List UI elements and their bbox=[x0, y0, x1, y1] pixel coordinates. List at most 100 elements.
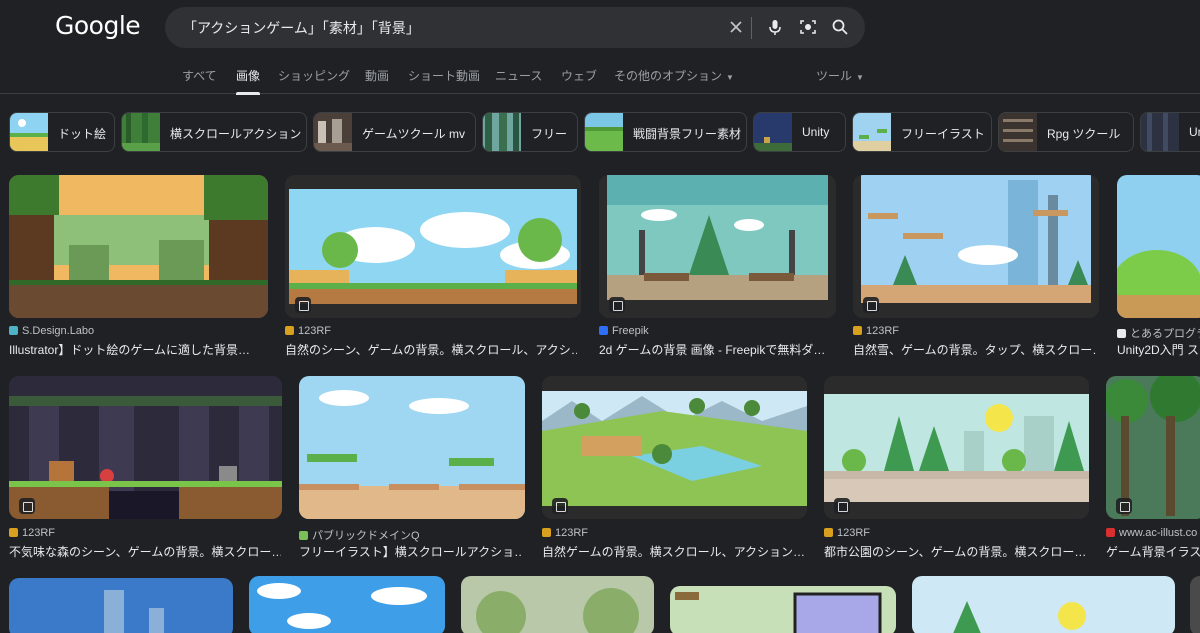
search-icon[interactable] bbox=[830, 17, 850, 37]
tab-images[interactable]: 画像 bbox=[236, 67, 261, 95]
chip-thumbnail bbox=[853, 113, 891, 151]
image-result[interactable]: 123RF 自然雪、ゲームの背景。タップ、横スクロー… bbox=[853, 175, 1100, 360]
chip-label: フリーイラスト bbox=[901, 127, 985, 141]
chip-game-tsukuru-mv[interactable]: ゲームツクール mv bbox=[313, 112, 476, 152]
image-type-icon bbox=[834, 498, 850, 514]
image-result[interactable]: www.ac-illust.co ゲーム背景イラス bbox=[1106, 376, 1200, 561]
result-title[interactable]: 自然雪、ゲームの背景。タップ、横スクロー… bbox=[853, 341, 1096, 358]
tab-tools[interactable]: ツール ▼ bbox=[816, 67, 864, 84]
search-box[interactable]: 「アクションゲーム」「素材」「背景」 bbox=[165, 7, 865, 48]
chip-side-scroll-action[interactable]: 横スクロールアクション bbox=[121, 112, 307, 152]
chevron-down-icon: ▼ bbox=[726, 73, 734, 82]
image-type-icon bbox=[863, 297, 879, 313]
search-tabs: すべて 画像 ショッピング 動画 ショート動画 ニュース ウェブ その他のオプシ… bbox=[0, 62, 1200, 95]
image-result[interactable] bbox=[9, 578, 233, 633]
chevron-down-icon: ▼ bbox=[856, 73, 864, 82]
result-image[interactable] bbox=[9, 376, 282, 519]
source-name: www.ac-illust.co bbox=[1119, 527, 1198, 539]
source-favicon bbox=[542, 528, 551, 537]
image-result[interactable] bbox=[249, 576, 445, 633]
image-result[interactable]: S.Design.Labo Illustrator】ドット絵のゲームに適した背景… bbox=[9, 175, 269, 360]
tab-shopping[interactable]: ショッピング bbox=[278, 67, 350, 84]
result-image[interactable] bbox=[461, 576, 654, 633]
result-source: 123RF bbox=[542, 527, 588, 539]
result-image[interactable] bbox=[9, 175, 268, 318]
tab-all[interactable]: すべて bbox=[182, 67, 217, 84]
header: Google 「アクションゲーム」「素材」「背景」 すべて 画像 ショッピング … bbox=[0, 0, 1200, 95]
result-source: Freepik bbox=[599, 325, 649, 337]
result-title[interactable]: フリーイラスト】横スクロールアクショ… bbox=[299, 543, 523, 560]
result-image[interactable] bbox=[299, 376, 525, 519]
result-image[interactable] bbox=[249, 576, 445, 633]
chip-dot-art[interactable]: ドット絵 bbox=[9, 112, 115, 152]
camera-lens-icon[interactable] bbox=[798, 17, 818, 37]
result-source: 123RF bbox=[853, 325, 899, 337]
chip-free[interactable]: フリー bbox=[482, 112, 578, 152]
source-name: S.Design.Labo bbox=[22, 325, 95, 337]
search-input[interactable]: 「アクションゲーム」「素材」「背景」 bbox=[183, 18, 420, 38]
image-result[interactable]: 123RF 不気味な森のシーン、ゲームの背景。横スクロー… bbox=[9, 376, 283, 561]
result-title[interactable]: 2d ゲームの背景 画像 - Freepikで無料ダ… bbox=[599, 341, 833, 358]
result-image[interactable] bbox=[542, 376, 807, 519]
tab-web[interactable]: ウェブ bbox=[561, 67, 597, 84]
source-name: とあるプログラ bbox=[1130, 328, 1200, 340]
result-image[interactable] bbox=[1190, 576, 1200, 633]
chip-unity[interactable]: Unity bbox=[753, 112, 846, 152]
result-title[interactable]: 自然のシーン、ゲームの背景。横スクロール、アクシ… bbox=[285, 341, 577, 358]
chip-unity-more[interactable]: Un bbox=[1140, 112, 1200, 152]
image-result[interactable] bbox=[461, 576, 654, 633]
close-icon[interactable] bbox=[726, 17, 746, 37]
image-result[interactable]: Freepik 2d ゲームの背景 画像 - Freepikで無料ダ… bbox=[599, 175, 837, 360]
result-title[interactable]: ゲーム背景イラス bbox=[1106, 543, 1200, 560]
chip-thumbnail bbox=[10, 113, 48, 151]
result-image[interactable] bbox=[285, 175, 581, 318]
tab-more-options[interactable]: その他のオプション ▼ bbox=[614, 67, 734, 84]
source-name: パブリックドメインQ bbox=[312, 530, 420, 542]
chip-free-illustration[interactable]: フリーイラスト bbox=[852, 112, 992, 152]
result-source: 123RF bbox=[9, 527, 55, 539]
chip-thumbnail bbox=[483, 113, 521, 151]
result-image[interactable] bbox=[912, 576, 1175, 633]
result-title[interactable]: Unity2D入門 ス bbox=[1117, 341, 1200, 358]
result-image[interactable] bbox=[9, 578, 233, 633]
image-type-icon bbox=[609, 297, 625, 313]
chip-thumbnail bbox=[122, 113, 160, 151]
search-divider bbox=[751, 17, 752, 39]
source-favicon bbox=[299, 531, 308, 540]
image-result[interactable]: パブリックドメインQ フリーイラスト】横スクロールアクショ… bbox=[299, 376, 525, 561]
source-favicon bbox=[9, 528, 18, 537]
result-title[interactable]: 都市公園のシーン、ゲームの背景。横スクロー… bbox=[824, 543, 1086, 560]
result-title[interactable]: 自然ゲームの背景。横スクロール、アクション… bbox=[542, 543, 804, 560]
result-title[interactable]: Illustrator】ドット絵のゲームに適した背景… bbox=[9, 341, 264, 358]
source-name: 123RF bbox=[555, 527, 589, 539]
result-source: www.ac-illust.co bbox=[1106, 527, 1197, 539]
image-type-icon bbox=[1116, 498, 1132, 514]
tab-short-videos[interactable]: ショート動画 bbox=[408, 67, 480, 84]
chip-rpg-tsukuru[interactable]: Rpg ツクール bbox=[998, 112, 1134, 152]
tab-news[interactable]: ニュース bbox=[495, 67, 542, 84]
google-logo[interactable]: Google bbox=[55, 11, 141, 40]
image-result[interactable] bbox=[670, 586, 896, 633]
chip-battle-background[interactable]: 戦闘背景フリー素材 bbox=[584, 112, 747, 152]
result-title[interactable]: 不気味な森のシーン、ゲームの背景。横スクロー… bbox=[9, 543, 281, 560]
mic-icon[interactable] bbox=[765, 17, 785, 37]
source-favicon bbox=[599, 326, 608, 335]
result-image[interactable] bbox=[1117, 175, 1200, 318]
chip-thumbnail bbox=[314, 113, 352, 151]
result-image[interactable] bbox=[1106, 376, 1200, 519]
image-type-icon bbox=[552, 498, 568, 514]
result-image[interactable] bbox=[824, 376, 1089, 519]
image-result[interactable]: 123RF 都市公園のシーン、ゲームの背景。横スクロー… bbox=[824, 376, 1090, 561]
image-result[interactable]: とあるプログラ Unity2D入門 ス bbox=[1117, 175, 1200, 360]
result-image[interactable] bbox=[599, 175, 836, 318]
tab-videos[interactable]: 動画 bbox=[365, 67, 389, 84]
source-name: 123RF bbox=[866, 325, 900, 337]
chip-thumbnail bbox=[754, 113, 792, 151]
image-result[interactable] bbox=[1190, 576, 1200, 633]
more-options-label: その他のオプション bbox=[614, 69, 723, 83]
result-image[interactable] bbox=[853, 175, 1099, 318]
image-result[interactable]: 123RF 自然ゲームの背景。横スクロール、アクション… bbox=[542, 376, 808, 561]
image-result[interactable] bbox=[912, 576, 1175, 633]
result-image[interactable] bbox=[670, 586, 896, 633]
image-result[interactable]: 123RF 自然のシーン、ゲームの背景。横スクロール、アクシ… bbox=[285, 175, 582, 360]
